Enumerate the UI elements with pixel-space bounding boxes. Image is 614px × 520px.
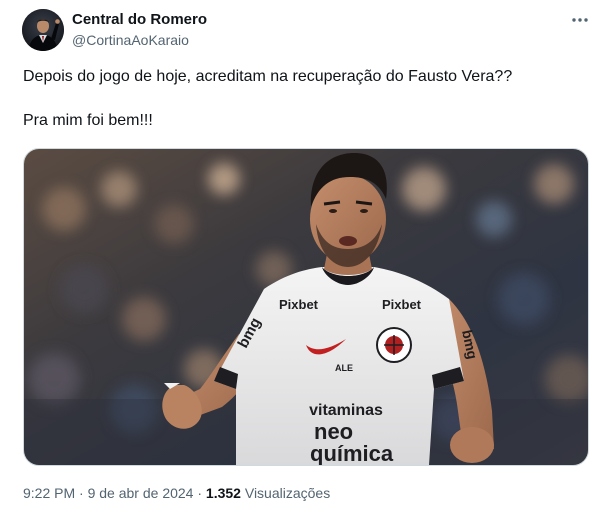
views-label: Visualizações xyxy=(244,485,331,501)
sponsor-collar-right: Pixbet xyxy=(382,297,422,312)
tweet-text-line: Depois do jogo de hoje, acreditam na rec… xyxy=(23,68,513,85)
avatar[interactable] xyxy=(22,9,64,51)
tweet-time[interactable]: 9:22 PM xyxy=(23,485,75,501)
sponsor-chest-top: vitaminas xyxy=(309,402,383,419)
player-photo: vitaminas neo química Pixbet Pixbet bmg … xyxy=(24,149,588,465)
tweet-text-line: Pra mim foi bem!!! xyxy=(23,112,153,129)
more-horizontal-icon xyxy=(572,18,588,22)
sponsor-sleeve: ALE xyxy=(335,363,353,373)
sponsor-collar-left: Pixbet xyxy=(279,297,319,312)
tweet-date[interactable]: 9 de abr de 2024 xyxy=(88,485,194,501)
avatar-image xyxy=(22,9,64,51)
tweet-media[interactable]: vitaminas neo química Pixbet Pixbet bmg … xyxy=(23,148,589,466)
tweet-card: Central do Romero @CortinaAoKaraio Depoi… xyxy=(0,0,614,520)
views-count: 1.352 xyxy=(205,485,241,501)
tweet-meta: 9:22 PM · 9 de abr de 2024 · 1.352 Visua… xyxy=(23,484,330,502)
meta-separator: · xyxy=(79,485,84,501)
sponsor-chest-bottom: química xyxy=(310,441,394,465)
more-options-button[interactable] xyxy=(567,10,593,30)
user-handle[interactable]: @CortinaAoKaraio xyxy=(72,30,207,50)
display-name[interactable]: Central do Romero xyxy=(72,10,207,29)
author-info: Central do Romero @CortinaAoKaraio xyxy=(72,10,207,50)
meta-separator: · xyxy=(197,485,203,501)
